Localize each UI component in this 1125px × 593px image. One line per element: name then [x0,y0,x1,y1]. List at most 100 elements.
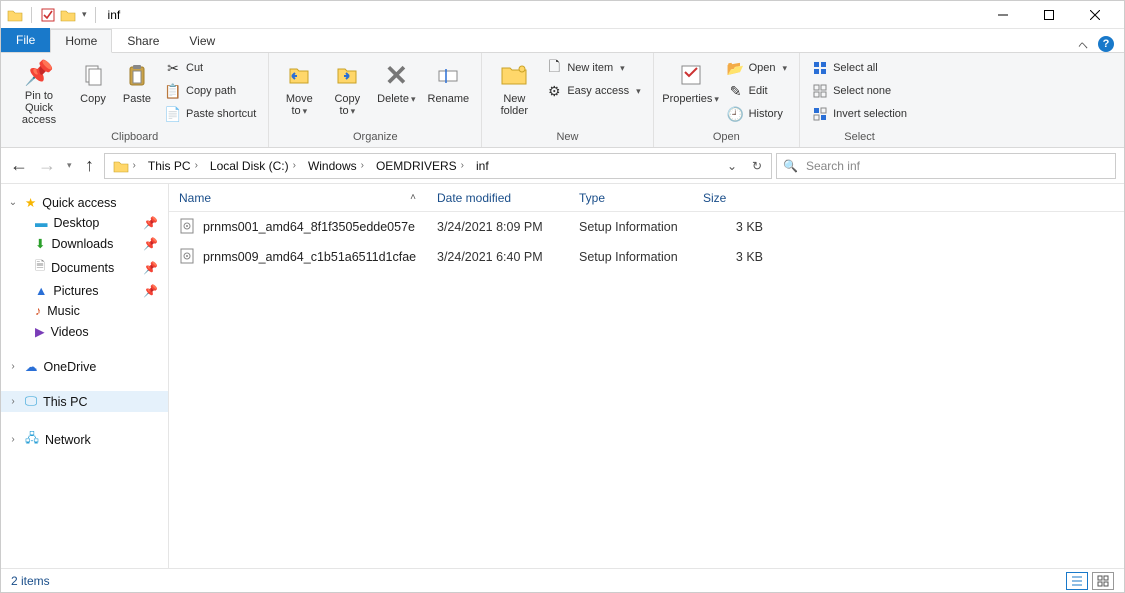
folder-icon[interactable] [60,7,76,23]
tab-file[interactable]: File [1,28,50,52]
new-item-button[interactable]: 🗋New item▾ [542,57,644,79]
refresh-button[interactable]: ↻ [745,154,769,178]
column-type[interactable]: Type [569,184,693,211]
address-bar[interactable]: › This PC› Local Disk (C:)› Windows› OEM… [104,153,772,179]
tree-network[interactable]: ›🖧Network [1,426,168,453]
tree-pictures[interactable]: ▲Pictures📌 [1,281,168,301]
ribbon-group-new: New folder 🗋New item▾ ⚙Easy access▾ New [482,53,653,147]
paste-shortcut-button[interactable]: 📄Paste shortcut [161,103,260,125]
breadcrumb-item[interactable]: Local Disk (C:)› [204,154,302,178]
edit-icon: ✎ [728,83,744,99]
delete-icon: ✕ [380,59,412,91]
title-bar: ▾ inf [1,1,1124,29]
copy-button[interactable]: Copy [73,57,113,127]
paste-shortcut-icon: 📄 [165,106,181,122]
pictures-icon: ▲ [35,284,47,298]
up-button[interactable]: ↑ [80,156,100,176]
qat-dropdown-icon[interactable]: ▾ [82,9,87,20]
file-date: 3/24/2021 8:09 PM [427,220,569,234]
file-row[interactable]: prnms009_amd64_c1b51a6511d1cfae 3/24/202… [169,242,1124,272]
file-row[interactable]: prnms001_amd64_8f1f3505edde057e 3/24/202… [169,212,1124,242]
videos-icon: ▶ [35,324,45,339]
recent-locations-dropdown[interactable]: ▾ [67,160,72,171]
file-type: Setup Information [569,220,693,234]
select-none-icon [812,83,828,99]
move-to-button[interactable]: Move to▾ [277,57,321,127]
maximize-button[interactable] [1026,1,1072,29]
tree-this-pc[interactable]: ›🖵This PC [1,391,168,412]
folder-icon [7,7,23,23]
breadcrumb-item[interactable]: Windows› [302,154,370,178]
forward-button[interactable]: → [37,156,57,176]
breadcrumb-item[interactable]: inf [470,154,495,178]
column-size[interactable]: Size [693,184,773,211]
copy-path-button[interactable]: 📋Copy path [161,80,260,102]
chevron-right-icon[interactable]: › [7,361,19,372]
sort-ascending-icon: ˄ [410,192,416,203]
file-size: 3 KB [693,250,773,264]
view-details-toggle[interactable] [1066,572,1088,590]
edit-button[interactable]: ✎Edit [724,80,791,102]
ribbon-group-organize: Move to▾ Copy to▾ ✕ Delete▾ Rename Organ… [269,53,482,147]
back-button[interactable]: ← [9,156,29,176]
easy-access-icon: ⚙ [546,83,562,99]
easy-access-button[interactable]: ⚙Easy access▾ [542,80,644,102]
breadcrumb-root[interactable]: › [107,154,142,178]
group-label-open: Open [662,129,791,145]
column-date-modified[interactable]: Date modified [427,184,569,211]
file-type: Setup Information [569,250,693,264]
minimize-button[interactable] [980,1,1026,29]
content-pane: Name˄ Date modified Type Size prnms001_a… [169,184,1124,568]
chevron-right-icon[interactable]: › [7,396,19,407]
new-folder-button[interactable]: New folder [490,57,538,127]
paste-button[interactable]: Paste [117,57,157,127]
paste-icon [121,59,153,91]
breadcrumb-item[interactable]: OEMDRIVERS› [370,154,470,178]
properties-check-icon[interactable] [40,7,56,23]
address-dropdown-icon[interactable]: ⌄ [720,154,744,178]
tab-home[interactable]: Home [50,29,112,53]
tree-downloads[interactable]: ⬇Downloads📌 [1,233,168,254]
tab-view[interactable]: View [174,29,230,52]
copy-to-button[interactable]: Copy to▾ [325,57,369,127]
tree-onedrive[interactable]: ›☁OneDrive [1,356,168,377]
rename-icon [432,59,464,91]
status-bar: 2 items [1,568,1124,592]
rename-button[interactable]: Rename [423,57,473,127]
delete-button[interactable]: ✕ Delete▾ [373,57,419,127]
folder-icon [113,158,129,174]
open-button[interactable]: 📂Open▾ [724,57,791,79]
tree-quick-access[interactable]: ⌄★Quick access [1,192,168,213]
cut-button[interactable]: ✂Cut [161,57,260,79]
breadcrumb-item[interactable]: This PC› [142,154,204,178]
chevron-right-icon[interactable]: › [7,434,19,445]
pin-to-quick-access-button[interactable]: 📌 Pin to Quick access [9,57,69,127]
tree-music[interactable]: ♪Music [1,301,168,321]
properties-button[interactable]: Properties▾ [662,57,720,127]
pin-icon: 📌 [143,237,164,251]
cloud-icon: ☁ [25,359,38,374]
chevron-down-icon[interactable]: ⌄ [7,197,19,208]
search-input[interactable] [804,158,1109,174]
history-button[interactable]: 🕘History [724,103,791,125]
copy-icon [77,59,109,91]
tree-documents[interactable]: 🗎Documents📌 [1,254,168,281]
select-all-button[interactable]: Select all [808,57,911,79]
column-name[interactable]: Name˄ [169,184,427,211]
select-none-button[interactable]: Select none [808,80,911,102]
collapse-ribbon-icon[interactable]: ヘ [1078,37,1088,52]
search-box[interactable]: 🔍 [776,153,1116,179]
explorer-window: ▾ inf File Home Share View ヘ ? 📌 Pin to … [0,0,1125,593]
invert-selection-icon [812,106,828,122]
tree-desktop[interactable]: ▬Desktop📌 [1,213,168,233]
select-all-icon [812,60,828,76]
tree-videos[interactable]: ▶Videos [1,321,168,342]
view-large-icons-toggle[interactable] [1092,572,1114,590]
tab-share[interactable]: Share [112,29,174,52]
help-icon[interactable]: ? [1098,36,1114,52]
close-button[interactable] [1072,1,1118,29]
open-icon: 📂 [728,60,744,76]
file-list[interactable]: prnms001_amd64_8f1f3505edde057e 3/24/202… [169,212,1124,568]
invert-selection-button[interactable]: Invert selection [808,103,911,125]
copy-to-icon [331,59,363,91]
